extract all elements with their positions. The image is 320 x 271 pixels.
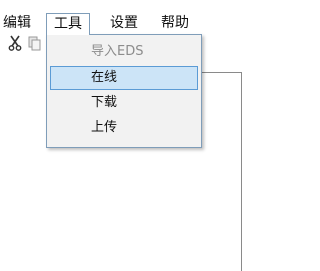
menubar: 编辑 工具 设置 帮助 xyxy=(0,0,274,35)
menu-edit[interactable]: 编辑 xyxy=(0,13,34,33)
panel-top-border xyxy=(200,72,242,73)
tools-dropdown-menu: 导入EDS 在线 下载 上传 xyxy=(46,34,202,148)
copy-icon[interactable] xyxy=(28,35,42,51)
app-window: 编辑 工具 设置 帮助 导入EDS 在线 下载 上传 xyxy=(0,0,274,271)
menu-item-upload[interactable]: 上传 xyxy=(50,116,198,140)
panel-right-border xyxy=(241,73,242,271)
menu-item-download[interactable]: 下载 xyxy=(50,91,198,115)
menu-tools[interactable]: 工具 xyxy=(46,13,90,35)
scissors-icon[interactable] xyxy=(8,35,22,51)
menu-item-import-eds: 导入EDS xyxy=(91,44,144,59)
menu-settings[interactable]: 设置 xyxy=(104,13,144,33)
menu-item-online[interactable]: 在线 xyxy=(50,66,198,90)
menu-help[interactable]: 帮助 xyxy=(155,13,195,33)
